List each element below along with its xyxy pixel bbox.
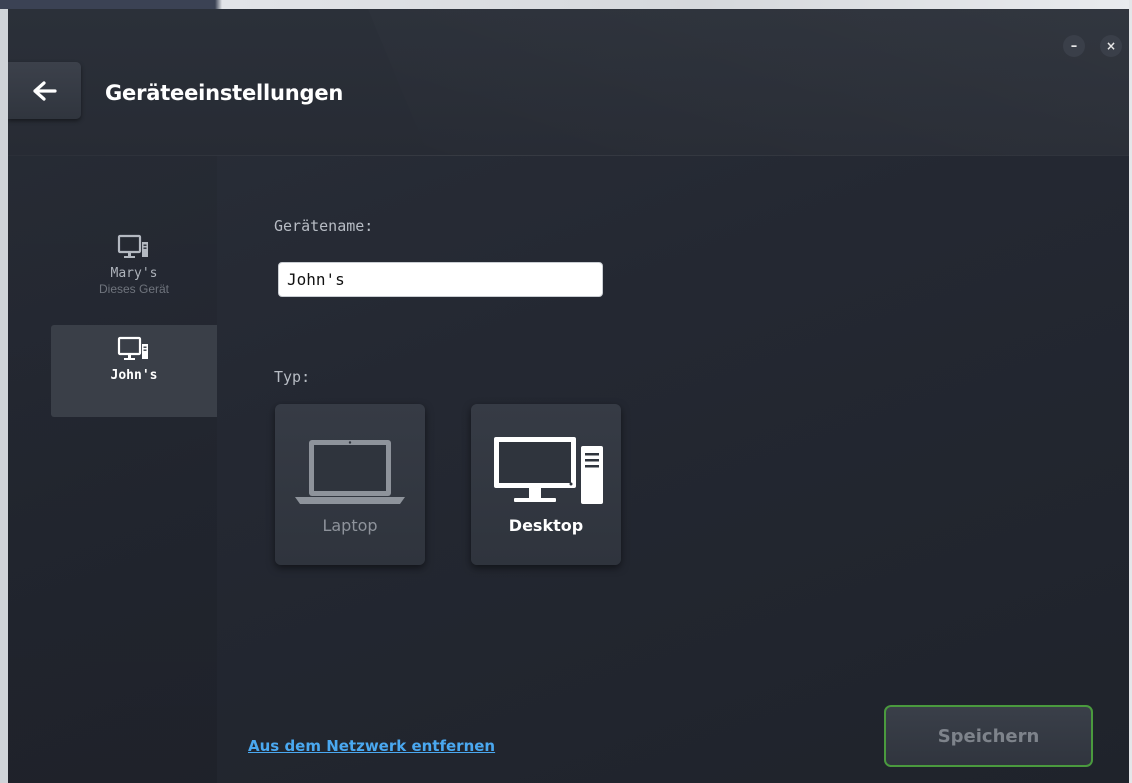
type-option-laptop[interactable]: Laptop: [275, 404, 425, 565]
remove-from-network-link[interactable]: Aus dem Netzwerk entfernen: [248, 737, 495, 755]
type-option-desktop[interactable]: Desktop: [471, 404, 621, 565]
page-title: Geräteeinstellungen: [105, 81, 344, 105]
type-label: Desktop: [508, 516, 584, 535]
sidebar-device-marys[interactable]: Mary's Dieses Gerät: [51, 233, 217, 325]
device-name-input[interactable]: [278, 262, 603, 297]
sidebar-device-johns[interactable]: John's: [51, 325, 217, 417]
desktop-computer-icon: [117, 234, 148, 258]
type-label: Laptop: [322, 516, 378, 535]
back-button[interactable]: [8, 62, 81, 119]
device-subtitle: Dieses Gerät: [98, 282, 170, 296]
desktop-computer-icon: [117, 336, 148, 360]
save-button[interactable]: Speichern: [884, 705, 1093, 767]
laptop-icon: [295, 440, 405, 504]
device-settings-window: – × Geräteeinstellungen Mary's Dieses Ge…: [8, 9, 1129, 783]
device-name-label: Gerätename:: [274, 217, 374, 235]
arrow-left-icon: [32, 80, 57, 101]
close-button[interactable]: ×: [1100, 35, 1122, 57]
desktop-icon: [494, 437, 603, 504]
minimize-button[interactable]: –: [1063, 35, 1085, 57]
header-facet: [368, 9, 1129, 156]
device-name: John's: [110, 368, 158, 383]
device-name: Mary's: [110, 266, 158, 281]
desktop-background-strip: [0, 0, 1132, 9]
device-type-label: Typ:: [274, 368, 311, 386]
